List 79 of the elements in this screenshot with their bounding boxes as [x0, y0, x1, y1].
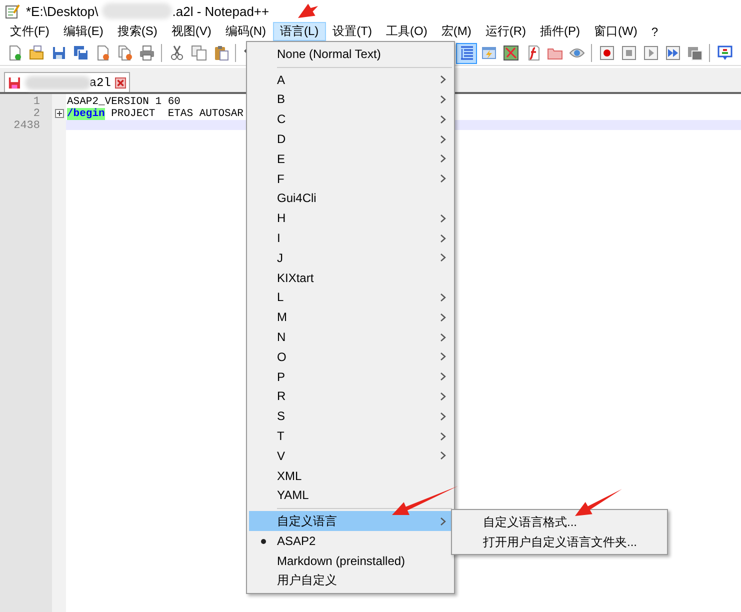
- save-icon: [50, 45, 66, 61]
- menu-item[interactable]: 宏(M): [434, 22, 478, 41]
- menu-option[interactable]: S: [249, 406, 452, 426]
- annotation-arrow: [575, 489, 622, 516]
- annotation-arrow: [298, 4, 318, 18]
- save-macro-icon: [686, 45, 702, 61]
- menu-option[interactable]: E: [249, 148, 452, 169]
- menu-option[interactable]: None (Normal Text): [249, 44, 452, 64]
- menu-option[interactable]: XML: [249, 466, 452, 486]
- code-text: ASAP2_VERSION 1 60: [67, 96, 180, 108]
- menu-item[interactable]: 运行(R): [478, 22, 533, 41]
- annotation-arrow: [392, 486, 458, 515]
- lightning-window-icon: [480, 45, 496, 61]
- monitor-icon: [716, 45, 732, 61]
- menu-option[interactable]: KIXtart: [249, 268, 452, 288]
- menu-option[interactable]: 自定义语言: [249, 511, 452, 532]
- close-file-icon: [94, 45, 110, 61]
- menu-option[interactable]: J: [249, 248, 452, 268]
- window-title: *E:\Desktop\: [26, 4, 98, 18]
- menu-option[interactable]: D: [249, 129, 452, 149]
- file-tab[interactable]: a2l: [4, 72, 130, 92]
- menu-option[interactable]: ASAP2: [249, 531, 452, 551]
- record-icon: [598, 45, 614, 61]
- code-text: PROJECT ETAS AUTOSAR: [110, 108, 244, 120]
- menu-option[interactable]: R: [249, 386, 452, 406]
- paste-icon: [212, 45, 228, 61]
- fast-forward-icon: [664, 45, 680, 61]
- copy-icon: [190, 45, 206, 61]
- menu-item[interactable]: 编码(N): [218, 22, 273, 41]
- new-file-icon: [6, 45, 22, 61]
- window-title: .a2l - Notepad++: [172, 4, 270, 18]
- menu-item[interactable]: 搜索(S): [110, 22, 164, 41]
- menu-option[interactable]: L: [249, 288, 452, 308]
- menu-option[interactable]: H: [249, 208, 452, 228]
- menu-item[interactable]: 插件(P): [533, 22, 587, 41]
- menu-option[interactable]: V: [249, 446, 452, 466]
- line-number: 2438: [12, 120, 41, 130]
- menu-item[interactable]: 语言(L): [273, 22, 326, 41]
- menu-item[interactable]: 视图(V): [164, 22, 218, 41]
- menu-option[interactable]: O: [249, 346, 452, 367]
- menu-option[interactable]: YAML: [249, 486, 452, 506]
- line-number: 1: [32, 96, 41, 106]
- menu-option[interactable]: Gui4Cli: [249, 188, 452, 208]
- menu-option[interactable]: T: [249, 426, 452, 446]
- menu-item[interactable]: 编辑(E): [56, 22, 110, 41]
- save-all-icon: [72, 45, 88, 61]
- menu-option[interactable]: N: [249, 327, 452, 347]
- line-number: 2: [32, 108, 41, 118]
- menu-option[interactable]: C: [249, 109, 452, 130]
- word-wrap-icon: [458, 45, 474, 61]
- code-keyword: /begin: [67, 108, 105, 120]
- menu-option[interactable]: F: [249, 168, 452, 189]
- menu-option[interactable]: P: [249, 366, 452, 387]
- menu-option[interactable]: 用户自定义: [249, 570, 452, 591]
- menu-item[interactable]: 文件(F): [3, 22, 56, 41]
- menu-item[interactable]: ?: [644, 22, 666, 41]
- tab-label: a2l: [89, 76, 111, 90]
- play-icon: [642, 45, 658, 61]
- menu-item[interactable]: 窗口(W): [587, 22, 644, 41]
- menu-option[interactable]: B: [249, 90, 452, 110]
- close-all-icon: [116, 45, 132, 61]
- menu-option[interactable]: I: [249, 228, 452, 248]
- menu-option[interactable]: Markdown (preinstalled): [249, 550, 452, 571]
- printer-icon: [138, 45, 154, 61]
- toolbar-button[interactable]: [456, 42, 477, 64]
- stop-icon: [620, 45, 636, 61]
- menu-item[interactable]: 设置(T): [326, 22, 379, 41]
- redaction-blur: [102, 3, 172, 19]
- redaction-blur: [24, 76, 92, 90]
- close-icon[interactable]: [114, 76, 126, 88]
- menu-option[interactable]: 自定义语言格式...: [454, 512, 665, 532]
- notepad-icon: [4, 3, 20, 19]
- cut-icon: [168, 45, 184, 61]
- open-folder-icon: [28, 45, 44, 61]
- menu-option[interactable]: M: [249, 307, 452, 328]
- menu-option[interactable]: A: [249, 70, 452, 90]
- fold-toggle-icon[interactable]: [54, 108, 64, 118]
- menu-item[interactable]: 工具(O): [379, 22, 434, 41]
- menu-option[interactable]: 打开用户自定义语言文件夹...: [454, 532, 665, 552]
